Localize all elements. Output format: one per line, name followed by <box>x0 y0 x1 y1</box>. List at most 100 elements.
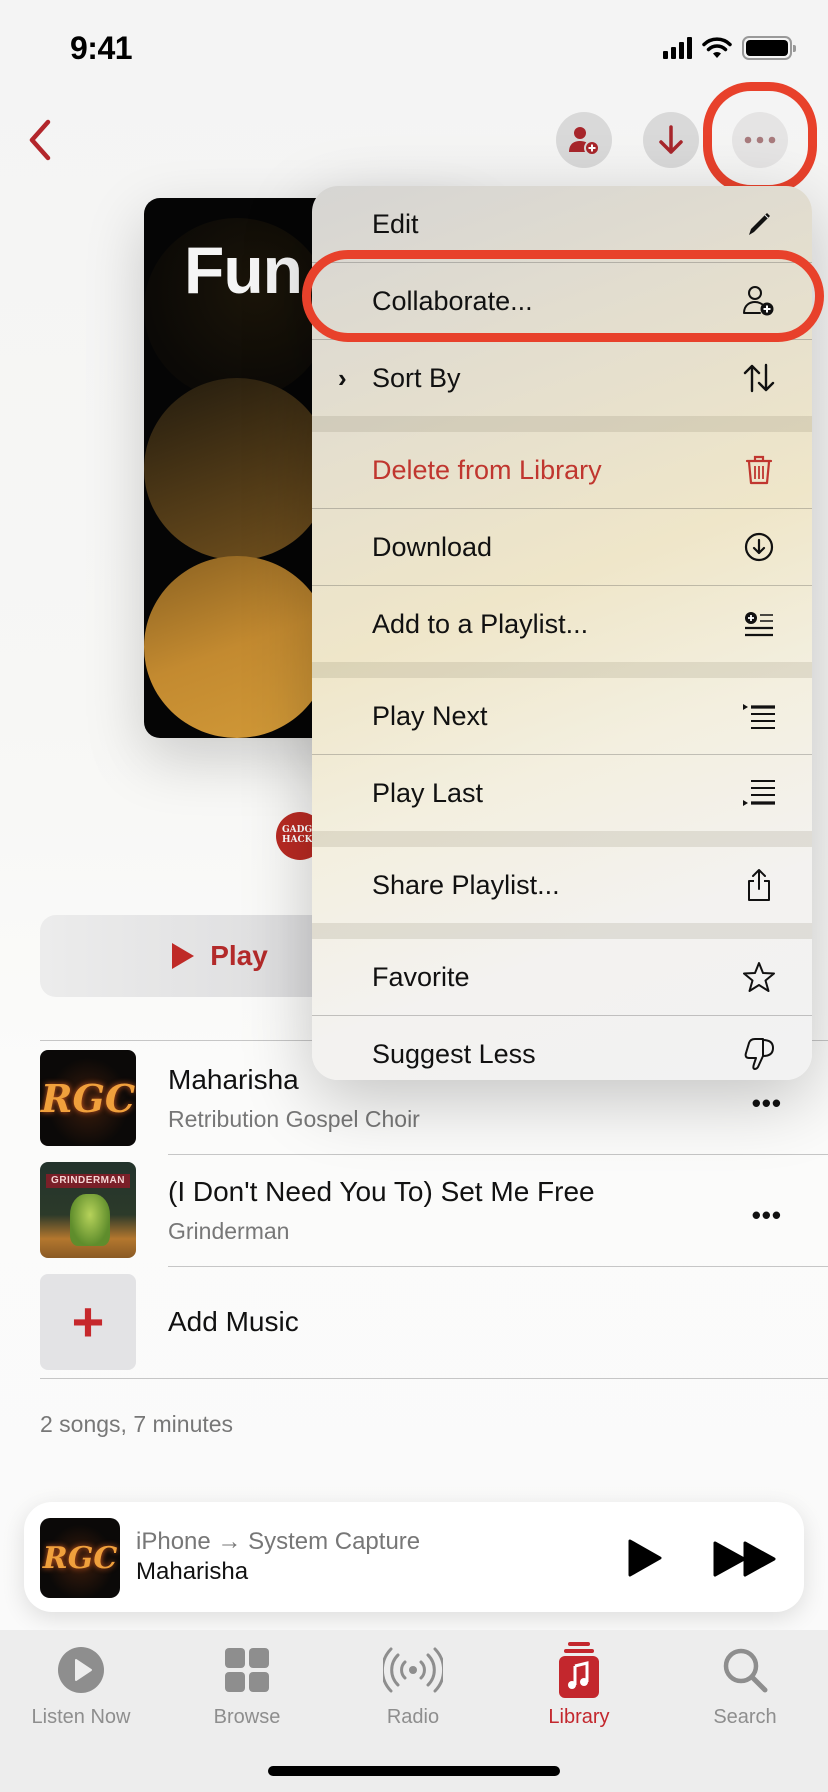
album-art: GRINDERMAN <box>40 1162 136 1258</box>
tab-browse[interactable]: Browse <box>172 1640 322 1729</box>
mini-player[interactable]: RGC iPhone → System Capture Maharisha <box>24 1502 804 1612</box>
back-chevron-icon[interactable] <box>22 116 58 164</box>
song-artist: Grinderman <box>168 1218 290 1244</box>
song-artist: Retribution Gospel Choir <box>168 1106 420 1132</box>
menu-item-collaborate[interactable]: Collaborate... <box>312 263 812 339</box>
song-title: Maharisha <box>168 1064 299 1095</box>
tab-search[interactable]: Search <box>670 1640 820 1729</box>
menu-item-play-next[interactable]: Play Next <box>312 678 812 754</box>
person-add-icon <box>569 127 600 155</box>
tab-listen-now[interactable]: Listen Now <box>6 1640 156 1729</box>
broadcast-icon <box>383 1647 443 1693</box>
battery-icon <box>742 36 796 60</box>
tab-label: Listen Now <box>31 1706 131 1728</box>
menu-item-label: Add to a Playlist... <box>372 608 589 639</box>
playback-route: iPhone → System Capture <box>136 1528 421 1555</box>
tab-label: Search <box>713 1706 777 1728</box>
menu-item-label: Suggest Less <box>372 1038 536 1069</box>
menu-group-gap <box>312 662 812 678</box>
menu-item-label: Play Next <box>372 700 488 731</box>
now-playing-title: Maharisha <box>136 1558 249 1585</box>
playlist-context-menu: Edit Collaborate... › Sort By Delete fro… <box>312 186 812 1080</box>
chevron-right-icon: › <box>338 362 347 393</box>
collaborate-button[interactable] <box>556 112 612 168</box>
menu-item-add-to-playlist[interactable]: Add to a Playlist... <box>312 586 812 662</box>
pencil-icon <box>742 207 776 241</box>
home-indicator[interactable] <box>268 1766 560 1776</box>
play-circle-icon <box>58 1647 104 1693</box>
playlist-summary: 2 songs, 7 minutes <box>40 1411 234 1437</box>
share-icon <box>742 868 776 902</box>
thumbs-down-icon <box>742 1037 776 1071</box>
play-icon <box>172 943 195 969</box>
magnifier-icon <box>723 1648 768 1693</box>
add-to-playlist-icon <box>742 607 776 641</box>
tab-label: Radio <box>386 1706 440 1728</box>
menu-item-label: Collaborate... <box>372 285 533 316</box>
music-playlist-screen: 9:41 Fun GADGET HACKS Play RGC Maharisha… <box>0 0 828 1792</box>
list-divider <box>168 1266 828 1267</box>
ellipsis-icon <box>744 136 776 144</box>
play-last-icon <box>742 776 776 810</box>
fast-forward-icon[interactable] <box>712 1540 778 1578</box>
tab-library[interactable]: Library <box>504 1640 654 1729</box>
arrow-down-icon <box>659 125 683 154</box>
song-more-button[interactable]: ••• <box>752 1088 782 1119</box>
menu-item-play-last[interactable]: Play Last <box>312 755 812 831</box>
menu-group-gap <box>312 416 812 432</box>
status-time: 9:41 <box>70 30 133 66</box>
list-divider <box>40 1378 828 1379</box>
menu-item-download[interactable]: Download <box>312 509 812 585</box>
menu-item-label: Edit <box>372 208 419 239</box>
download-circle-icon <box>742 530 776 564</box>
menu-item-label: Share Playlist... <box>372 869 560 900</box>
status-icons <box>663 36 796 60</box>
menu-item-label: Play Last <box>372 777 484 808</box>
add-music-row[interactable]: + Add Music <box>40 1274 828 1370</box>
album-art-text: RGC <box>42 1540 118 1576</box>
song-row[interactable]: GRINDERMAN (I Don't Need You To) Set Me … <box>40 1162 828 1258</box>
cellular-signal-icon <box>663 37 692 59</box>
album-art-text: RGC <box>40 1075 136 1121</box>
grid-icon <box>225 1648 269 1692</box>
menu-group-gap <box>312 923 812 939</box>
menu-item-sort-by[interactable]: › Sort By <box>312 340 812 416</box>
play-icon[interactable] <box>624 1538 664 1578</box>
trash-icon <box>742 453 776 487</box>
now-playing-art: RGC <box>40 1518 120 1598</box>
star-icon <box>742 960 776 994</box>
artwork-circle <box>144 378 330 560</box>
download-button[interactable] <box>643 112 699 168</box>
menu-item-delete-from-library[interactable]: Delete from Library <box>312 432 812 508</box>
album-art-figure <box>70 1194 110 1246</box>
menu-group-gap <box>312 831 812 847</box>
sort-arrows-icon <box>742 361 776 395</box>
album-art: RGC <box>40 1050 136 1146</box>
music-library-icon <box>559 1642 599 1698</box>
menu-item-edit[interactable]: Edit <box>312 186 812 262</box>
list-divider <box>168 1154 828 1155</box>
menu-item-label: Delete from Library <box>372 454 602 485</box>
person-add-outline-icon <box>742 284 776 318</box>
artwork-title: Fun <box>184 233 303 307</box>
add-music-tile: + <box>40 1274 136 1370</box>
menu-item-favorite[interactable]: Favorite <box>312 939 812 1015</box>
menu-item-share-playlist[interactable]: Share Playlist... <box>312 847 812 923</box>
tab-label: Library <box>548 1706 610 1728</box>
artwork-circle <box>144 556 330 738</box>
plus-icon: + <box>71 1290 105 1353</box>
tab-radio[interactable]: Radio <box>338 1640 488 1729</box>
wifi-icon <box>702 37 732 58</box>
song-title: (I Don't Need You To) Set Me Free <box>168 1176 595 1207</box>
play-button-label: Play <box>210 940 268 971</box>
song-more-button[interactable]: ••• <box>752 1200 782 1231</box>
album-art-text: GRINDERMAN <box>46 1174 130 1188</box>
menu-item-label: Favorite <box>372 961 470 992</box>
more-options-button[interactable] <box>732 112 788 168</box>
menu-item-suggest-less[interactable]: Suggest Less <box>312 1016 812 1080</box>
menu-item-label: Download <box>372 531 493 562</box>
add-music-label: Add Music <box>168 1306 299 1337</box>
tab-label: Browse <box>213 1706 281 1728</box>
menu-item-label: Sort By <box>372 362 461 393</box>
play-next-icon <box>742 699 776 733</box>
